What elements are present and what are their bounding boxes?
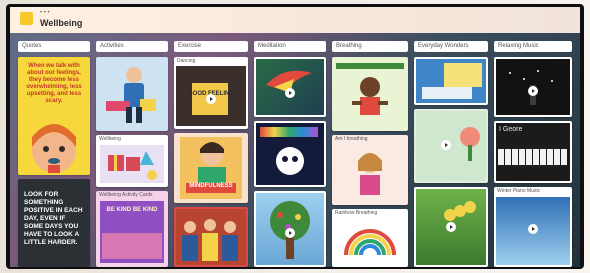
exercise-card[interactable]: Dancing GOOD FEELING <box>174 57 248 129</box>
thumbnail-strip <box>422 87 472 99</box>
breadcrumb: • • • <box>40 10 50 16</box>
card-title: Wellbeing <box>99 136 121 142</box>
quote-card[interactable]: When we talk with about our feelings, th… <box>18 57 90 175</box>
card-title: Dancing <box>177 58 196 64</box>
column-breathing: Breathing Am I breathing Rainbow Breathi… <box>332 41 408 267</box>
thumbnail-box <box>444 63 482 87</box>
meditation-card[interactable] <box>254 57 326 117</box>
music-card[interactable] <box>494 57 572 117</box>
wonders-card[interactable] <box>414 187 488 267</box>
column-exercise: Exercise Dancing GOOD FEELING MINDFULNES… <box>174 41 248 267</box>
mascot-illustration-icon <box>276 147 304 175</box>
card-title: Am I breathing <box>335 136 368 142</box>
quote-text: LOOK FOR SOMETHING POSITIVE IN EACH DAY,… <box>24 191 83 246</box>
activity-card-art: BE KIND BE KIND <box>106 207 158 213</box>
card-title: Winter Piano Music <box>497 188 541 194</box>
page-title: Wellbeing <box>40 18 83 28</box>
flower-illustration-icon <box>460 127 480 161</box>
quote-text: When we talk with about our feelings, th… <box>26 63 82 104</box>
thumbnail-text: MINDFULNESS <box>189 183 233 189</box>
girl-illustration-icon <box>358 153 382 195</box>
gift-illustration-icon <box>100 145 164 183</box>
activity-card[interactable]: Wellbeing Activity Cards BE KIND BE KIND <box>96 191 168 267</box>
column-activities: Activities Wellbeing Wellbeing Activity … <box>96 41 168 267</box>
character-illustration-icon <box>352 77 388 115</box>
wonders-card[interactable] <box>414 57 488 105</box>
rainbow-banner <box>260 127 318 137</box>
play-icon[interactable] <box>528 86 538 96</box>
column-header[interactable]: Meditation <box>254 41 326 52</box>
rainbow-icon <box>344 229 396 255</box>
card-title: I Geore <box>499 126 523 133</box>
play-icon[interactable] <box>441 140 451 150</box>
column-header[interactable]: Relaxing Music <box>494 41 572 52</box>
activity-cards-image-bottom <box>102 233 162 259</box>
padlet-logo-icon[interactable] <box>20 12 33 25</box>
column-meditation: Meditation <box>254 41 326 267</box>
wonders-card[interactable] <box>414 109 488 183</box>
activity-card[interactable]: Wellbeing <box>96 135 168 187</box>
piano-keys <box>498 149 568 165</box>
play-icon[interactable] <box>206 94 216 104</box>
column-header[interactable]: Breathing <box>332 41 408 52</box>
column-quotes: Quotes When we talk with about our feeli… <box>18 41 90 267</box>
girl-illustration-icon <box>32 124 76 173</box>
column-header[interactable]: Exercise <box>174 41 248 52</box>
quote-card[interactable]: LOOK FOR SOMETHING POSITIVE IN EACH DAY,… <box>18 179 90 267</box>
card-title: Rainbow Breathing <box>335 210 378 216</box>
play-icon[interactable] <box>285 228 295 238</box>
person-illustration-icon <box>106 67 156 123</box>
breathing-card[interactable] <box>332 57 408 131</box>
music-card[interactable]: I Geore <box>494 121 572 183</box>
play-icon[interactable] <box>528 224 538 234</box>
breathing-card[interactable]: Am I breathing <box>332 135 408 205</box>
activity-card[interactable] <box>96 57 168 131</box>
breathing-card[interactable]: Rainbow Breathing <box>332 209 408 267</box>
column-header[interactable]: Quotes <box>18 41 90 52</box>
card-banner <box>336 63 404 69</box>
play-icon[interactable] <box>285 88 295 98</box>
exercise-card[interactable]: MINDFULNESS <box>174 133 248 203</box>
column-relaxing-music: Relaxing Music I Geore Winter Piano Musi… <box>494 41 572 267</box>
board-header: • • • Wellbeing <box>10 7 580 33</box>
caterpillar-illustration-icon <box>444 201 476 221</box>
column-header[interactable]: Activities <box>96 41 168 52</box>
card-title: Wellbeing Activity Cards <box>99 192 153 198</box>
music-card[interactable]: Winter Piano Music <box>494 187 572 267</box>
monitor-frame: • • • Wellbeing Quotes When we talk with… <box>6 4 584 269</box>
board-canvas: • • • Wellbeing Quotes When we talk with… <box>10 7 580 267</box>
exercise-card[interactable] <box>174 207 248 267</box>
meditation-card[interactable] <box>254 191 326 267</box>
play-icon[interactable] <box>446 222 456 232</box>
column-header[interactable]: Everyday Wonders <box>414 41 488 52</box>
group-photo-icon <box>176 209 246 265</box>
meditation-card[interactable] <box>254 121 326 187</box>
column-everyday-wonders: Everyday Wonders <box>414 41 488 267</box>
